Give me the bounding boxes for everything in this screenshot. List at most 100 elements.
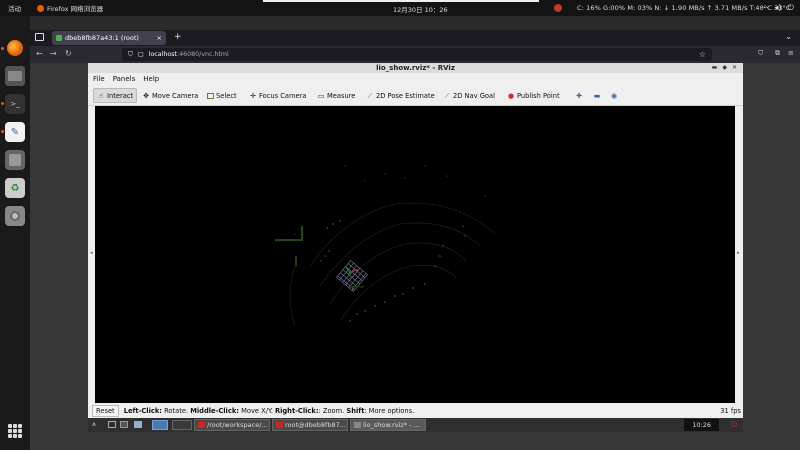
text-editor-launcher[interactable]: ✎ xyxy=(5,122,25,142)
taskbar-item-files[interactable]: /root/workspace/... xyxy=(194,419,270,431)
fps-counter: 31 fps xyxy=(720,406,741,415)
logout-icon[interactable]: ⏻ xyxy=(731,420,737,430)
focus-camera-tool[interactable]: ✛ Focus Camera xyxy=(246,88,309,103)
file-manager-small-icon[interactable] xyxy=(134,421,142,428)
menu-icon[interactable]: ≡ xyxy=(788,49,794,57)
move-camera-tool[interactable]: ✥ Move Camera xyxy=(139,88,201,103)
pose-estimate-label: 2D Pose Estimate xyxy=(376,91,435,100)
back-icon[interactable]: ← xyxy=(36,49,43,58)
drive-icon xyxy=(10,211,20,221)
tool-properties-button[interactable]: ◉ xyxy=(607,88,621,103)
minimize-icon[interactable]: ▬ xyxy=(712,63,718,73)
firefox-launcher[interactable] xyxy=(5,38,25,58)
rviz-3d-viewport[interactable] xyxy=(95,106,735,403)
clock[interactable]: 12月30日 10：26 xyxy=(393,4,448,14)
vnc-taskbar: ⩚ /root/workspace/... root@dbeb8fb87... … xyxy=(88,418,743,432)
select-icon xyxy=(207,92,214,99)
forward-icon[interactable]: → xyxy=(50,49,57,58)
remove-tool-button[interactable]: ▬ xyxy=(590,88,604,103)
firefox-tab-bar: dbeb8fb87a43:1 (root) × + ⌄ xyxy=(30,30,800,46)
active-app-menu[interactable]: Firefox 网络浏览器 xyxy=(37,3,103,13)
menu-logo-icon[interactable]: ⩚ xyxy=(92,420,96,429)
plus-icon: ✚ xyxy=(576,91,582,100)
nav-goal-tool[interactable]: ⟋ 2D Nav Goal xyxy=(440,88,498,103)
files-launcher[interactable] xyxy=(5,66,25,86)
list-all-tabs-icon[interactable]: ⌄ xyxy=(785,32,792,41)
browser-tab[interactable]: dbeb8fb87a43:1 (root) × xyxy=(52,31,166,45)
url-path: :46080/vnc.html xyxy=(176,51,229,58)
power-icon: ⏻ xyxy=(787,3,794,12)
rviz-toolbar: ☝ Interact ✥ Move Camera Select ✛ Focus … xyxy=(88,85,743,106)
close-icon[interactable]: ✕ xyxy=(732,63,737,73)
measure-icon: ▭ xyxy=(317,91,325,100)
rviz-icon xyxy=(354,422,361,428)
running-indicator xyxy=(1,47,4,50)
desktop: 活动 Firefox 网络浏览器 12月30日 10：26 C: 16% G:0… xyxy=(0,0,800,450)
active-app-name: Firefox 网络浏览器 xyxy=(47,5,104,13)
workspace-2[interactable] xyxy=(172,420,192,430)
trash-launcher[interactable]: ♻ xyxy=(5,178,25,198)
taskbar-item-label: /root/workspace/... xyxy=(207,421,268,429)
generic-app-icon xyxy=(9,154,21,166)
shield-icon[interactable]: ⛉ xyxy=(128,51,133,59)
firefox-icon xyxy=(7,40,23,56)
vnc-clock[interactable]: 10:26 xyxy=(684,419,719,431)
url-host: localhost xyxy=(148,51,177,58)
publish-point-label: Publish Point xyxy=(517,91,560,100)
pose-estimate-tool[interactable]: ⟋ 2D Pose Estimate xyxy=(363,88,438,103)
publish-point-tool[interactable]: ● Publish Point xyxy=(504,88,563,103)
new-tab-icon[interactable]: + xyxy=(174,32,182,42)
show-apps-icon[interactable] xyxy=(8,424,22,438)
text-editor-icon: ✎ xyxy=(10,126,20,138)
tab-close-icon[interactable]: × xyxy=(157,34,162,42)
taskbar-item-label: root@dbeb8fb87... xyxy=(285,421,346,429)
left-dock-handle-icon[interactable]: ◂ xyxy=(90,250,93,256)
system-tray[interactable]: ⋯ ◂) ⏻ xyxy=(761,3,794,13)
terminal-launcher[interactable]: >_ xyxy=(5,94,25,114)
add-tool-button[interactable]: ✚ xyxy=(572,88,586,103)
focus-camera-icon: ✛ xyxy=(250,91,256,100)
show-desktop-icon[interactable] xyxy=(108,421,116,428)
reload-icon[interactable]: ↻ xyxy=(65,49,72,58)
interact-label: Interact xyxy=(107,91,134,100)
maximize-icon[interactable]: ◆ xyxy=(722,63,727,73)
taskbar-item-rviz[interactable]: lio_show.rviz* - ... xyxy=(350,419,426,431)
rviz-title-bar[interactable]: lio_show.rviz* - RViz xyxy=(88,63,743,73)
bookmark-star-icon[interactable]: ☆ xyxy=(699,50,706,59)
eye-icon: ◉ xyxy=(610,91,618,100)
page-info-icon[interactable]: ▢ xyxy=(138,51,144,58)
interact-tool[interactable]: ☝ Interact xyxy=(93,88,138,103)
select-tool[interactable]: Select xyxy=(204,88,240,103)
rviz-status-bar: Reset Left-Click: Rotate. Middle-Click: … xyxy=(88,403,743,418)
move-camera-label: Move Camera xyxy=(152,91,199,100)
menu-panels[interactable]: Panels xyxy=(113,73,136,85)
firefox-view-icon[interactable] xyxy=(35,33,44,41)
terminal-small-icon[interactable] xyxy=(120,421,128,428)
menu-file[interactable]: File xyxy=(93,73,105,85)
taskbar-item-terminal[interactable]: root@dbeb8fb87... xyxy=(272,419,348,431)
minus-icon: ▬ xyxy=(593,91,601,100)
terminal-icon: >_ xyxy=(10,100,20,108)
window-controls: ▬ ◆ ✕ xyxy=(712,63,737,73)
app-launcher[interactable] xyxy=(5,150,25,170)
right-dock-handle-icon[interactable]: ▸ xyxy=(737,250,740,256)
status-hint: Left-Click: Rotate. Middle-Click: Move X… xyxy=(123,406,415,415)
extensions-icon[interactable]: ⧉ xyxy=(775,49,780,58)
network-icon: ⋯ xyxy=(760,3,769,12)
workspace-switcher[interactable] xyxy=(152,420,168,430)
menu-help[interactable]: Help xyxy=(143,73,159,85)
reset-button[interactable]: Reset xyxy=(92,404,119,417)
focus-camera-label: Focus Camera xyxy=(259,91,307,100)
url-bar[interactable]: ⛉ ▢ localhost:46080/vnc.html ☆ xyxy=(122,48,712,61)
nav-goal-label: 2D Nav Goal xyxy=(453,91,495,100)
trash-icon: ♻ xyxy=(10,182,20,194)
system-monitor[interactable]: C: 16% G:00% M: 03% N: ↓ 1.90 MB/s ↑ 3.7… xyxy=(577,4,791,12)
measure-tool[interactable]: ▭ Measure xyxy=(314,88,358,103)
activities-button[interactable]: 活动 xyxy=(8,3,21,13)
pocket-icon[interactable]: ⛉ xyxy=(758,49,763,58)
recording-indicator-icon xyxy=(554,4,562,12)
taskbar-item-label: lio_show.rviz* - ... xyxy=(363,421,420,429)
firefox-nav-bar: ← → ↻ ⛉ ▢ localhost:46080/vnc.html ☆ ⛉ ⧉… xyxy=(30,46,800,63)
drive-launcher[interactable] xyxy=(5,206,25,226)
running-indicator xyxy=(1,130,4,133)
